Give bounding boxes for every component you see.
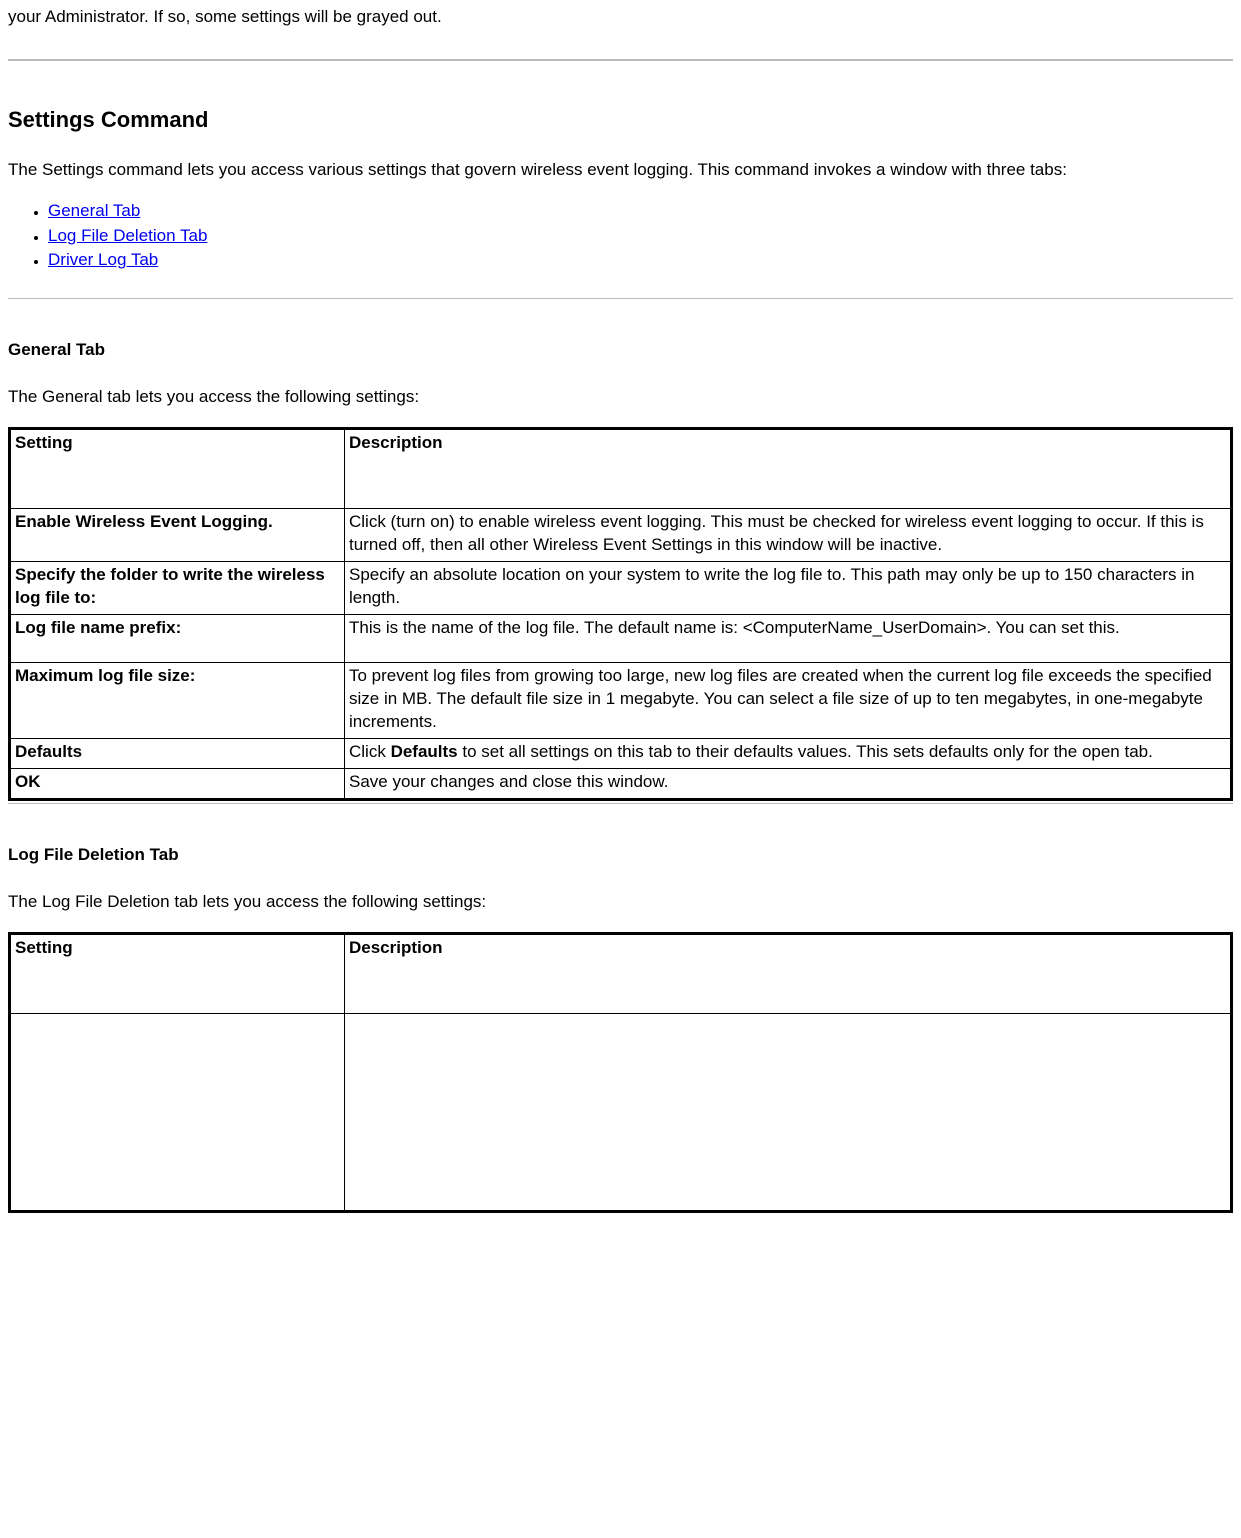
link-driver-log-tab[interactable]: Driver Log Tab [48,250,158,269]
setting-description: Click Defaults to set all settings on th… [345,738,1232,768]
setting-name: Enable Wireless Event Logging. [10,509,345,562]
settings-command-paragraph: The Settings command lets you access var… [8,159,1233,182]
list-item: Log File Deletion Tab [48,225,1233,248]
list-item: General Tab [48,200,1233,223]
general-tab-paragraph: The General tab lets you access the foll… [8,386,1233,409]
table-header-setting: Setting [10,429,345,509]
setting-name: Log file name prefix: [10,615,345,663]
table-header-description: Description [345,933,1232,1013]
table-header-row: Setting Description [10,429,1232,509]
link-log-file-deletion-tab[interactable]: Log File Deletion Tab [48,226,207,245]
setting-name: OK [10,768,345,799]
table-header-setting: Setting [10,933,345,1013]
setting-description: Click (turn on) to enable wireless event… [345,509,1232,562]
setting-description: To prevent log files from growing too la… [345,662,1232,738]
general-tab-heading: General Tab [8,339,1233,362]
log-file-deletion-table: Setting Description [8,932,1233,1213]
table-row: Specify the folder to write the wireless… [10,562,1232,615]
table-header-row: Setting Description [10,933,1232,1013]
divider [8,803,1233,804]
divider [8,59,1233,61]
table-row: Defaults Click Defaults to set all setti… [10,738,1232,768]
table-row: Maximum log file size: To prevent log fi… [10,662,1232,738]
setting-name: Specify the folder to write the wireless… [10,562,345,615]
log-file-deletion-paragraph: The Log File Deletion tab lets you acces… [8,891,1233,914]
list-item: Driver Log Tab [48,249,1233,272]
divider [8,298,1233,299]
log-file-deletion-heading: Log File Deletion Tab [8,844,1233,867]
link-general-tab[interactable]: General Tab [48,201,140,220]
setting-description [345,1013,1232,1211]
setting-description: Specify an absolute location on your sys… [345,562,1232,615]
table-header-description: Description [345,429,1232,509]
setting-name: Maximum log file size: [10,662,345,738]
table-row: OK Save your changes and close this wind… [10,768,1232,799]
table-row [10,1013,1232,1211]
intro-fragment: your Administrator. If so, some settings… [8,6,1233,29]
setting-name [10,1013,345,1211]
setting-description: This is the name of the log file. The de… [345,615,1232,663]
setting-name: Defaults [10,738,345,768]
table-row: Enable Wireless Event Logging. Click (tu… [10,509,1232,562]
settings-command-heading: Settings Command [8,105,1233,135]
tab-link-list: General Tab Log File Deletion Tab Driver… [8,200,1233,273]
table-row: Log file name prefix: This is the name o… [10,615,1232,663]
general-tab-table: Setting Description Enable Wireless Even… [8,427,1233,800]
setting-description: Save your changes and close this window. [345,768,1232,799]
